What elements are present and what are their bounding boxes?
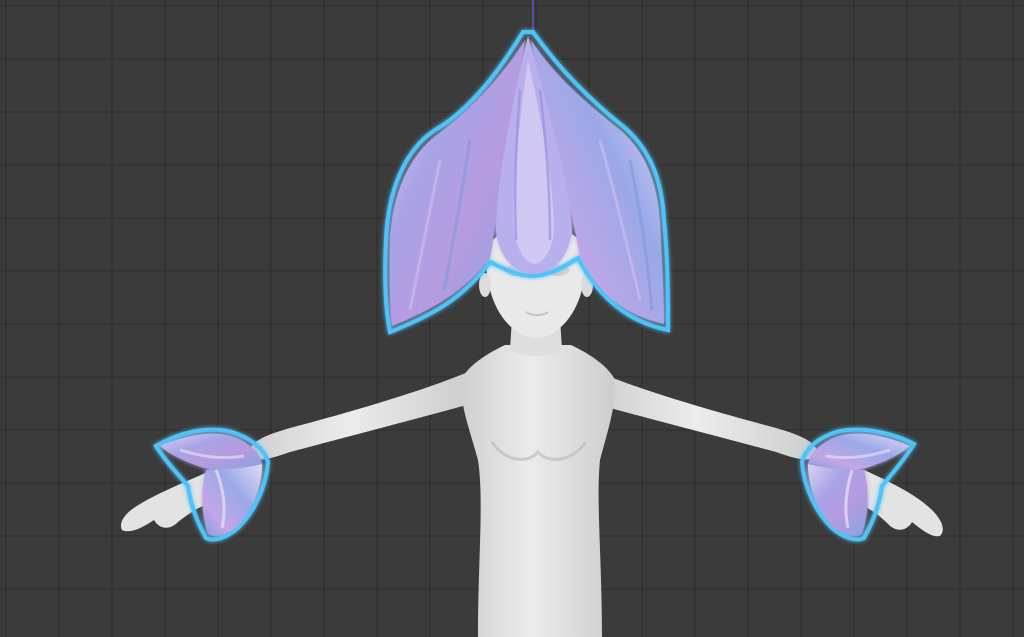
torso	[461, 345, 615, 637]
left-cuff-petal	[202, 464, 262, 536]
viewport-canvas[interactable]	[0, 0, 1024, 637]
right-cuff-petal	[808, 464, 868, 536]
right-arm	[596, 372, 818, 460]
left-ear	[479, 273, 491, 297]
3d-viewport[interactable]	[0, 0, 1024, 637]
character-body[interactable]	[120, 226, 943, 637]
left-arm	[248, 372, 470, 460]
